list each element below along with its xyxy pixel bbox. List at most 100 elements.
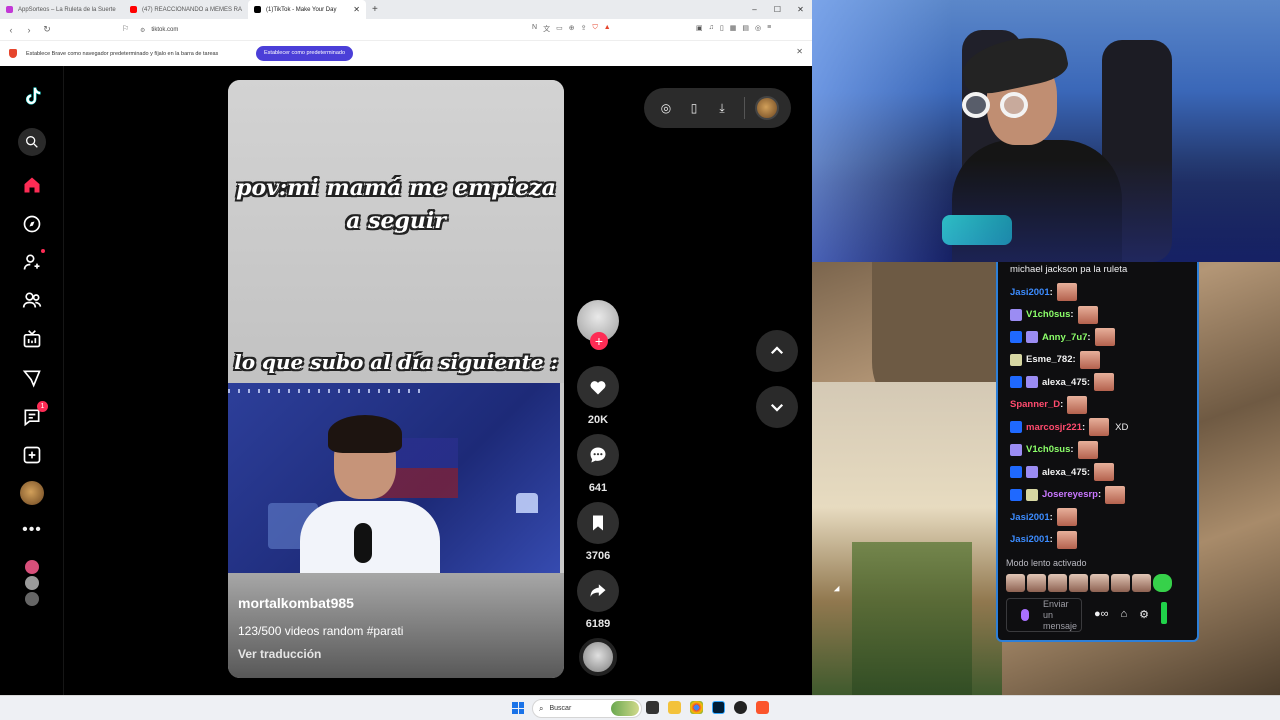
friends-icon[interactable] <box>20 288 44 312</box>
more-icon[interactable]: ••• <box>20 518 44 542</box>
music-icon[interactable]: ♫ <box>709 24 714 32</box>
chat-username[interactable]: Spanner_D <box>1010 399 1060 410</box>
emote[interactable] <box>1111 574 1130 592</box>
brave-shield-icon[interactable]: ⛉ <box>592 24 597 34</box>
tiktok-logo-icon[interactable] <box>20 84 44 108</box>
messages-icon[interactable] <box>20 366 44 390</box>
previous-video-button[interactable] <box>756 330 798 372</box>
forward-icon[interactable]: › <box>22 25 36 35</box>
maximize-button[interactable]: ☐ <box>766 0 789 19</box>
infobar-close-button[interactable]: ✕ <box>796 47 803 56</box>
prime-badge-icon[interactable] <box>1010 488 1022 501</box>
chat-username[interactable]: marcosjr221 <box>1026 422 1082 433</box>
subscriber-badge-icon[interactable] <box>1026 488 1038 501</box>
video-author[interactable]: mortalkombat985 <box>238 595 354 611</box>
following-avatars[interactable] <box>20 560 44 606</box>
prime-badge-icon[interactable] <box>1010 466 1022 478</box>
chat-username[interactable]: V1ch0sus <box>1026 309 1070 320</box>
explore-icon[interactable] <box>20 212 44 236</box>
subscriber-badge-icon[interactable] <box>1010 308 1022 321</box>
chat-username[interactable]: Jasi2001 <box>1010 287 1050 298</box>
task-view-icon[interactable] <box>646 701 659 714</box>
bookmark-icon[interactable]: ⚐ <box>122 24 129 33</box>
points-icon[interactable]: ●∞ <box>1094 608 1109 624</box>
subscriber-badge-icon[interactable] <box>1026 376 1038 388</box>
subscriber-badge-icon[interactable] <box>1010 353 1022 366</box>
settings-icon[interactable]: ⚙ <box>1139 608 1149 624</box>
minimize-button[interactable]: – <box>743 0 766 19</box>
follow-button[interactable]: + <box>590 332 608 350</box>
chat-input[interactable]: Enviar un mensaje <box>1006 598 1082 632</box>
emote[interactable] <box>1153 574 1172 592</box>
microphone-icon[interactable] <box>1021 609 1029 621</box>
download-icon[interactable]: ⤓ <box>708 101 736 116</box>
upload-icon[interactable] <box>20 443 44 467</box>
brave-rewards-icon[interactable]: ▲ <box>604 24 611 34</box>
location-icon[interactable]: ◎ <box>755 24 761 32</box>
site-info-icon[interactable]: ⚙ <box>140 27 145 34</box>
chat-username[interactable]: Anny_7u7 <box>1042 332 1087 343</box>
chat-username[interactable]: V1ch0sus <box>1026 444 1070 455</box>
prime-badge-icon[interactable] <box>1010 421 1022 433</box>
prime-badge-icon[interactable] <box>1010 376 1022 388</box>
avatar[interactable] <box>25 560 39 574</box>
device-icon[interactable]: ▯ <box>680 101 708 115</box>
coin-icon[interactable]: ◎ <box>652 101 680 115</box>
chat-send-indicator[interactable] <box>1161 602 1168 624</box>
chat-username[interactable]: Esme_782 <box>1026 354 1072 365</box>
tab-appsorteos[interactable]: AppSorteos – La Ruleta de la Suerte <box>0 0 124 19</box>
home-icon[interactable] <box>20 173 44 197</box>
following-icon[interactable] <box>20 249 45 274</box>
inbox-icon[interactable]: 1 <box>20 401 48 429</box>
menu-icon[interactable]: ≡ <box>767 24 771 32</box>
chat-username[interactable]: alexa_475 <box>1042 377 1087 388</box>
emote[interactable] <box>1048 574 1067 592</box>
like-button[interactable] <box>577 366 619 408</box>
photoshop-icon[interactable] <box>712 701 725 714</box>
reading-list-icon[interactable]: ▦ <box>730 24 737 32</box>
store-icon[interactable]: ⌂ <box>1121 608 1128 624</box>
emote[interactable] <box>1132 574 1151 592</box>
vpn-icon[interactable]: ▤ <box>742 24 749 32</box>
subscriber-badge-icon[interactable] <box>1026 331 1038 343</box>
chat-username[interactable]: Josereyesrp <box>1042 489 1098 500</box>
back-icon[interactable]: ‹ <box>4 25 18 35</box>
reader-icon[interactable]: N <box>532 24 537 34</box>
new-tab-button[interactable]: + <box>372 4 378 15</box>
brave-icon[interactable] <box>756 701 769 714</box>
taskbar-search[interactable]: ⌕ Buscar <box>532 699 642 718</box>
sidebar-toggle-icon[interactable]: ▯ <box>720 24 724 32</box>
close-window-button[interactable]: ✕ <box>789 0 812 19</box>
chrome-icon[interactable] <box>690 701 703 714</box>
save-button[interactable] <box>577 502 619 544</box>
subscriber-badge-icon[interactable] <box>1010 443 1022 456</box>
avatar[interactable] <box>25 592 39 606</box>
see-translation-link[interactable]: Ver traducción <box>238 647 321 661</box>
obs-icon[interactable] <box>734 701 747 714</box>
subscriber-badge-icon[interactable] <box>1026 466 1038 478</box>
reload-icon[interactable]: ↻ <box>40 24 54 35</box>
next-video-button[interactable] <box>756 386 798 428</box>
profile-avatar[interactable] <box>20 481 44 505</box>
emote[interactable] <box>1006 574 1025 592</box>
music-disc[interactable] <box>579 638 617 676</box>
share-icon[interactable]: ⇪ <box>581 24 587 34</box>
zoom-icon[interactable]: ⊕ <box>569 24 575 34</box>
close-tab-icon[interactable]: ✕ <box>353 5 360 14</box>
chat-username[interactable]: Jasi2001 <box>1010 512 1050 523</box>
translate-icon[interactable]: 文 <box>543 24 550 34</box>
avatar[interactable] <box>25 576 39 590</box>
tab-tiktok[interactable]: (1)TikTok - Make Your Day ✕ <box>248 0 366 19</box>
comment-button[interactable] <box>577 434 619 476</box>
tab-youtube[interactable]: (47) REACCIONANDO a MEMES RA <box>124 0 248 19</box>
wallet-icon[interactable]: ▣ <box>696 24 703 32</box>
emote[interactable] <box>1027 574 1046 592</box>
emote[interactable] <box>1090 574 1109 592</box>
prime-badge-icon[interactable] <box>1010 331 1022 343</box>
windows-start-icon[interactable] <box>512 702 524 714</box>
search-icon[interactable] <box>18 128 46 156</box>
emote[interactable] <box>1069 574 1088 592</box>
share-button[interactable] <box>577 570 619 612</box>
file-explorer-icon[interactable] <box>668 701 681 714</box>
screenshot-icon[interactable]: ▭ <box>556 24 563 34</box>
